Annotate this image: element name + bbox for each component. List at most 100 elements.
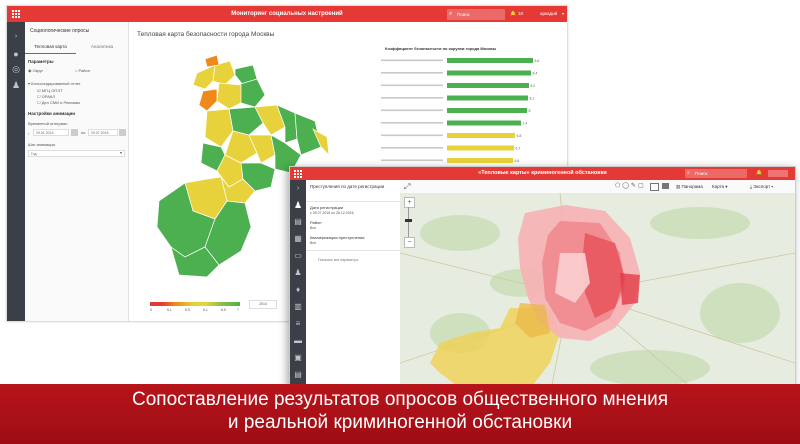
tree-item-3[interactable]: ☐ Дел СМИ и Рекламы — [37, 100, 80, 105]
date-to-input[interactable]: 29.07.2016 — [88, 129, 118, 136]
table-icon[interactable]: ▦ — [293, 234, 303, 244]
filter-date-label: Дата регистрации — [310, 205, 344, 210]
tree-item-1[interactable]: ☑ МГЦ ОПЭТ — [37, 88, 63, 93]
stats-icon[interactable]: ▥ — [293, 302, 303, 312]
bar[interactable] — [447, 120, 521, 126]
bar[interactable] — [447, 108, 527, 113]
person-group-icon[interactable]: ♟ — [293, 268, 303, 278]
show-all-params-link[interactable]: Показать все параметры — [318, 258, 358, 262]
radio-okrug[interactable]: ◉ Округ — [28, 68, 43, 73]
search-icon: ⌕ — [687, 170, 690, 176]
bar-category-label — [381, 122, 443, 124]
calendar-icon[interactable] — [119, 129, 126, 136]
caption-banner: Сопоставление результатов опросов общест… — [0, 384, 800, 444]
tree-root[interactable]: ▾ Консолидированный отчет — [28, 81, 81, 86]
bar[interactable] — [447, 145, 514, 151]
bar-value-label: 8.2 — [531, 84, 536, 88]
bar[interactable] — [447, 158, 513, 163]
export-label: Экспорт — [753, 184, 771, 189]
fire-icon[interactable]: ♦ — [293, 285, 303, 295]
panel2-header: Преступления по дате регистрации — [310, 184, 385, 189]
person-icon[interactable]: ♟ — [293, 200, 303, 210]
map-title: Тепловая карта безопасности города Москв… — [137, 31, 275, 38]
filter-district-value[interactable]: Все — [310, 226, 316, 230]
bar-value-label: 6.6 — [515, 159, 520, 163]
zoom-out-button[interactable]: − — [404, 237, 415, 248]
user-name[interactable]: аркадий — [540, 6, 557, 22]
chart-title: Коэффициент безопасности по округам горо… — [385, 46, 497, 51]
user-icon[interactable]: ♟ — [11, 80, 21, 90]
window2-search-input[interactable]: Поиск — [685, 169, 747, 178]
legend-tick: 0 — [150, 308, 152, 312]
radio-rayon-label: Район — [78, 68, 90, 73]
notification-count: 10 — [518, 11, 524, 16]
tab-analytics[interactable]: Аналитика — [76, 41, 128, 53]
prev-icon[interactable]: ‹ — [28, 131, 29, 136]
window1-sidebar: › ● ◎ ♟ — [7, 22, 25, 321]
crime-window: «Тепловые карты» криминогенной обстановк… — [289, 166, 796, 396]
date-from-input[interactable]: 29.01.2014 — [33, 129, 69, 136]
camera-icon[interactable] — [662, 183, 669, 189]
window1-search-input[interactable]: Поиск — [447, 9, 505, 20]
user-chevron-icon[interactable]: ▾ — [562, 6, 564, 22]
user-menu[interactable] — [768, 170, 788, 177]
bar-value-label: 6.8 — [517, 134, 522, 138]
tree-item-3-label: Дел СМИ и Рекламы — [41, 100, 81, 105]
safety-bar-chart: 8.68.48.28.187.46.86.76.66.3 — [381, 58, 539, 176]
expand-icon[interactable]: › — [11, 32, 21, 42]
bar-category-label — [381, 109, 443, 112]
truck-icon[interactable]: ▬ — [293, 336, 303, 346]
bar-value-label: 8 — [529, 109, 531, 113]
bell-icon[interactable]: 🔔 — [756, 167, 762, 180]
zoom-handle[interactable] — [405, 219, 412, 222]
crime-heatmap[interactable]: + − — [400, 193, 795, 395]
step-select[interactable]: Год — [28, 150, 125, 157]
print-icon[interactable] — [650, 183, 659, 191]
bar-value-label: 6.7 — [516, 147, 521, 151]
legend-tick: 6.1 — [203, 308, 208, 312]
crime-map-svg — [400, 193, 795, 395]
calendar-icon[interactable] — [71, 129, 78, 136]
bar[interactable] — [447, 70, 531, 76]
tab-heatmap[interactable]: Тепловая карта — [25, 41, 76, 54]
analytics-search-icon[interactable]: ◎ — [11, 64, 21, 74]
bar[interactable] — [447, 95, 528, 101]
filter-crime-value[interactable]: Все — [310, 241, 316, 245]
radio-rayon[interactable]: ○ Район — [75, 68, 90, 73]
animation-label: Настройки анимации — [28, 111, 76, 116]
bar[interactable] — [447, 83, 529, 88]
filter-date-value[interactable]: с 26.07.2016 по 26.12.2016 — [310, 211, 354, 215]
zoom-in-button[interactable]: + — [404, 197, 415, 208]
bar[interactable] — [447, 58, 533, 63]
export-button[interactable]: ⤓ Экспорт ▾ — [750, 180, 773, 193]
chat-icon[interactable]: ● — [11, 49, 21, 59]
params-label: Параметры — [28, 59, 54, 64]
tree-item-2[interactable]: ☐ ОРАКЛ — [37, 94, 55, 99]
bell-icon[interactable]: 🔔 — [510, 6, 516, 22]
panorama-button[interactable]: ▥ Панорама — [676, 180, 703, 193]
filter-crime-label: Квалификация преступления — [310, 235, 365, 240]
bar-category-label — [381, 59, 443, 62]
chevron-down-icon: ▾ — [120, 150, 123, 155]
divider — [306, 201, 400, 202]
draw-tools[interactable]: ⬠◯✎▢ — [615, 181, 646, 192]
zoom-slider[interactable] — [408, 207, 409, 237]
year-slider-value[interactable]: 2014 — [249, 300, 277, 309]
tree-root-label: Консолидированный отчет — [31, 81, 81, 86]
bar[interactable] — [447, 133, 515, 138]
expand-icon[interactable]: › — [293, 184, 303, 194]
radio-okrug-label: Округ — [32, 68, 44, 73]
interval-label: Временной интервал — [28, 121, 68, 126]
list-icon[interactable]: ≡ — [293, 319, 303, 329]
car-icon[interactable]: ▭ — [293, 251, 303, 261]
filter-district-label: Район — [310, 220, 322, 225]
document-icon[interactable]: ▤ — [293, 217, 303, 227]
archive-icon[interactable]: ▤ — [293, 370, 303, 380]
bar-category-label — [381, 97, 443, 99]
building-icon[interactable]: ▣ — [293, 353, 303, 363]
fullscreen-icon[interactable]: ⤢ — [404, 181, 410, 192]
bar-category-label — [381, 134, 443, 137]
survey-panel: Социологические опросы Тепловая карта Ан… — [25, 22, 129, 321]
map-type-select[interactable]: Карта ▾ — [712, 180, 728, 193]
tree-item-1-label: МГЦ ОПЭТ — [41, 88, 63, 93]
